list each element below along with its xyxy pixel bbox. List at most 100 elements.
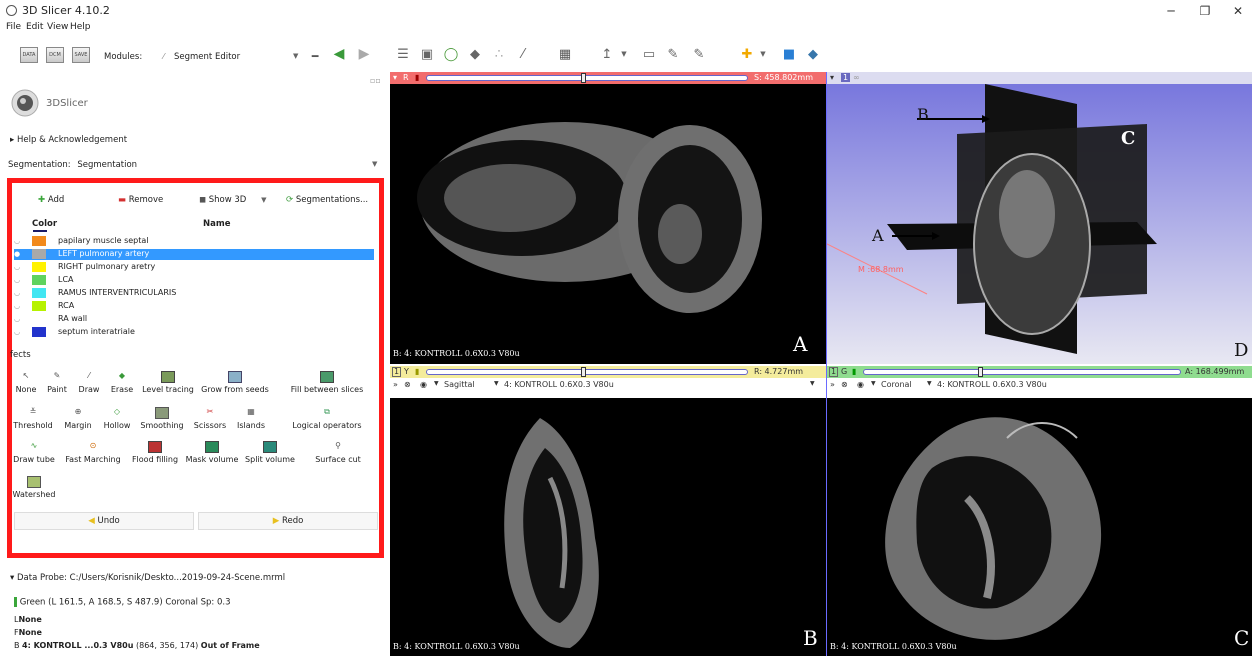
visibility-eye-icon[interactable]: ◡ bbox=[14, 328, 20, 336]
segmentations-button[interactable]: ⟳ Segmentations... bbox=[286, 195, 368, 211]
extensions-icon[interactable]: ◯ bbox=[442, 47, 460, 62]
visibility-eye-icon[interactable]: ◡ bbox=[14, 263, 20, 271]
green-volume[interactable]: 4: KONTROLL 0.6X0.3 V80u bbox=[937, 380, 1047, 389]
redo-button[interactable]: ▶ Redo bbox=[198, 512, 378, 530]
module-dropdown-icon[interactable]: ▼ bbox=[293, 52, 298, 60]
effect-grow-from-seeds-button[interactable]: Grow from seeds bbox=[198, 371, 272, 394]
yellow-orientation[interactable]: Sagittal bbox=[444, 380, 475, 389]
visibility-eye-icon[interactable]: ◡ bbox=[14, 289, 20, 297]
save-icon[interactable]: SAVE bbox=[72, 47, 90, 63]
data-probe-header[interactable]: ▾ Data Probe: C:/Users/Korisnik/Deskto..… bbox=[10, 573, 285, 583]
segment-color-swatch[interactable] bbox=[32, 301, 46, 311]
help-section[interactable]: ▸ Help & Acknowledgement bbox=[10, 135, 127, 145]
segment-row-selected[interactable]: ● LEFT pulmonary artery bbox=[14, 249, 374, 260]
module-selector[interactable]: Segment Editor bbox=[174, 52, 240, 62]
red-pin-icon[interactable]: ▾ bbox=[393, 73, 397, 82]
segmentation-selector[interactable]: Segmentation: Segmentation bbox=[8, 160, 137, 170]
yellow-visibility-icon[interactable]: ◉ bbox=[420, 380, 427, 389]
segment-row[interactable]: ◡ RA wall bbox=[14, 314, 374, 325]
yellow-link-icon[interactable]: ▮ bbox=[415, 367, 419, 376]
effect-paint-button[interactable]: ✎ Paint bbox=[44, 371, 70, 394]
red-slice-view[interactable]: B: 4: KONTROLL 0.6X0.3 V80u A bbox=[390, 84, 827, 364]
segment-row[interactable]: ◡ septum interatriale bbox=[14, 327, 374, 338]
segment-color-swatch[interactable] bbox=[32, 236, 46, 246]
menu-edit[interactable]: Edit bbox=[26, 22, 43, 32]
green-orientation[interactable]: Coronal bbox=[881, 380, 912, 389]
close-icon[interactable]: ✕ bbox=[1228, 4, 1248, 18]
editor-icon[interactable]: ⁄ bbox=[514, 47, 532, 62]
effect-split-volume-button[interactable]: Split volume bbox=[242, 441, 298, 464]
red-slice-slider[interactable] bbox=[426, 73, 748, 83]
yellow-volume[interactable]: 4: KONTROLL 0.6X0.3 V80u bbox=[504, 380, 614, 389]
segment-row[interactable]: ◡ RCA bbox=[14, 301, 374, 312]
yellow-slice-view[interactable]: B: 4: KONTROLL 0.6X0.3 V80u B bbox=[390, 398, 827, 656]
python-console-icon[interactable]: ◆ bbox=[804, 47, 822, 62]
effect-watershed-button[interactable]: Watershed bbox=[11, 476, 57, 499]
green-visibility-icon[interactable]: ◉ bbox=[857, 380, 864, 389]
effect-none-button[interactable]: ↖ None bbox=[11, 371, 41, 394]
panel-float-icon[interactable]: ▫▫ bbox=[370, 76, 381, 85]
red-slider-handle[interactable] bbox=[581, 73, 586, 83]
threed-pin-icon[interactable]: ▾ bbox=[830, 73, 834, 82]
add-segment-button[interactable]: ✚ Add bbox=[38, 195, 64, 211]
yellow-slice-slider[interactable] bbox=[426, 367, 748, 377]
effect-scissors-button[interactable]: ✂ Scissors bbox=[190, 407, 230, 430]
crosshair-dropdown-icon[interactable]: ▼ bbox=[615, 50, 633, 58]
segment-color-swatch[interactable] bbox=[32, 327, 46, 337]
green-crosshair-icon[interactable]: ⊗ bbox=[841, 380, 848, 389]
segment-row[interactable]: ◡ LCA bbox=[14, 275, 374, 286]
visibility-eye-icon[interactable]: ◡ bbox=[14, 276, 20, 284]
yellow-volume-dropdown-icon[interactable]: ▼ bbox=[494, 380, 499, 387]
models-icon[interactable]: ◆ bbox=[466, 47, 484, 62]
green-orientation-dropdown-icon[interactable]: ▼ bbox=[871, 380, 876, 387]
load-dicom-icon[interactable]: DCM bbox=[46, 47, 64, 63]
effect-smoothing-button[interactable]: Smoothing bbox=[138, 407, 186, 430]
menu-view[interactable]: View bbox=[47, 22, 68, 32]
segmentation-dropdown-icon[interactable]: ▼ bbox=[372, 160, 377, 168]
effect-draw-button[interactable]: ⁄ Draw bbox=[74, 371, 104, 394]
segment-row[interactable]: ◡ RIGHT pulmonary aretry bbox=[14, 262, 374, 273]
segment-row[interactable]: ◡ papilary muscle septal bbox=[14, 236, 374, 247]
effect-threshold-button[interactable]: ≚ Threshold bbox=[11, 407, 55, 430]
extension-manager-icon[interactable]: ■ bbox=[780, 47, 798, 62]
yellow-slider-handle[interactable] bbox=[581, 367, 586, 377]
markups-icon[interactable]: ✎ bbox=[690, 47, 708, 62]
back-arrow-icon[interactable]: ◀ bbox=[330, 46, 348, 62]
visibility-eye-icon[interactable]: ◡ bbox=[14, 237, 20, 245]
layout-icon[interactable]: ☰ bbox=[394, 47, 412, 62]
minimize-icon[interactable]: ─ bbox=[1161, 4, 1181, 18]
yellow-expand-icon[interactable]: » bbox=[393, 380, 398, 389]
green-expand-icon[interactable]: » bbox=[830, 380, 835, 389]
color-column-header[interactable]: Color bbox=[32, 219, 57, 229]
annotation-ruler-icon[interactable]: ✎ bbox=[664, 47, 682, 62]
effect-draw-tube-button[interactable]: ∿ Draw tube bbox=[11, 441, 57, 464]
visibility-eye-icon[interactable]: ● bbox=[14, 250, 20, 258]
remove-segment-button[interactable]: ▬ Remove bbox=[118, 195, 163, 211]
show3d-button[interactable]: ◼ Show 3D ▼ bbox=[199, 195, 266, 211]
segment-row[interactable]: ◡ RAMUS INTERVENTRICULARIS bbox=[14, 288, 374, 299]
show3d-dropdown-icon[interactable]: ▼ bbox=[261, 196, 266, 204]
green-slider-handle[interactable] bbox=[978, 367, 983, 377]
forward-arrow-icon[interactable]: ▶ bbox=[355, 46, 373, 62]
segment-color-swatch[interactable] bbox=[32, 275, 46, 285]
viewer-layout-icon[interactable]: ▦ bbox=[556, 47, 574, 62]
effect-erase-button[interactable]: ◆ Erase bbox=[105, 371, 139, 394]
segment-color-swatch[interactable] bbox=[32, 249, 46, 259]
effect-hollow-button[interactable]: ◇ Hollow bbox=[100, 407, 134, 430]
effect-flood-filling-button[interactable]: Flood filling bbox=[128, 441, 182, 464]
yellow-crosshair-icon[interactable]: ⊗ bbox=[404, 380, 411, 389]
undo-button[interactable]: ◀ Undo bbox=[14, 512, 194, 530]
green-slice-view[interactable]: B: 4: KONTROLL 0.6X0.3 V80u C bbox=[827, 398, 1252, 656]
menu-help[interactable]: Help bbox=[70, 22, 91, 32]
yellow-more-dropdown-icon[interactable]: ▼ bbox=[810, 380, 815, 387]
effect-fast-marching-button[interactable]: ⊙ Fast Marching bbox=[62, 441, 124, 464]
green-slice-slider[interactable] bbox=[863, 367, 1181, 377]
effect-fill-between-slices-button[interactable]: Fill between slices bbox=[282, 371, 372, 394]
visibility-eye-icon[interactable]: ◡ bbox=[14, 302, 20, 310]
segment-color-swatch[interactable] bbox=[32, 288, 46, 298]
effect-mask-volume-button[interactable]: Mask volume bbox=[184, 441, 240, 464]
volume-render-icon[interactable]: ▣ bbox=[418, 47, 436, 62]
effect-level-tracing-button[interactable]: Level tracing bbox=[140, 371, 196, 394]
screenshot-icon[interactable]: ▭ bbox=[640, 47, 658, 62]
visibility-eye-icon[interactable]: ◡ bbox=[14, 315, 20, 323]
